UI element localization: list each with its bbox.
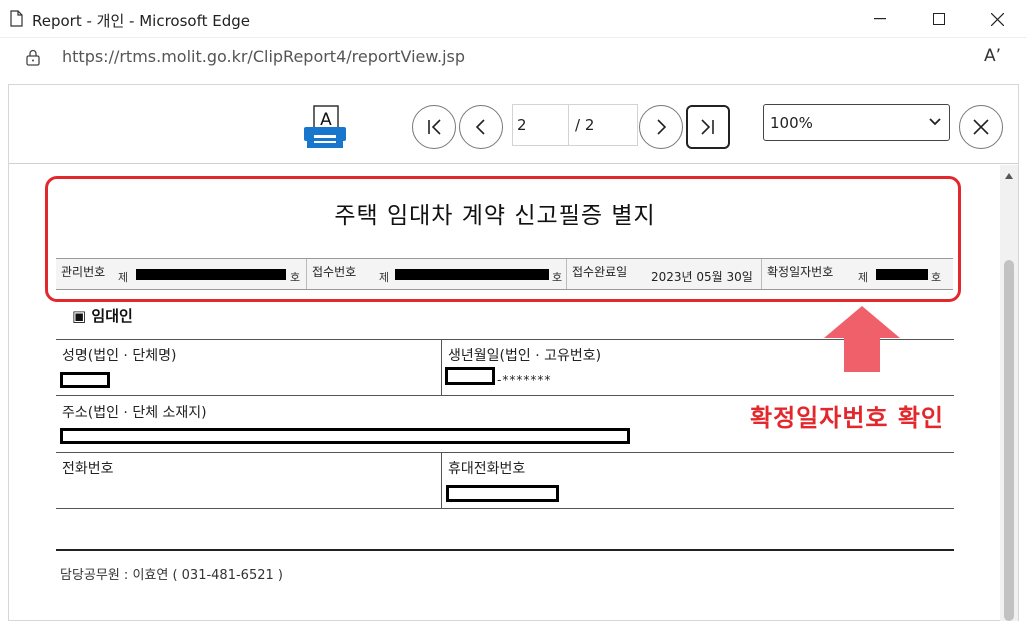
- title-bar: Report - 개인 - Microsoft Edge: [0, 0, 1027, 38]
- window-title: Report - 개인 - Microsoft Edge: [32, 12, 251, 30]
- maximize-button[interactable]: [916, 0, 962, 38]
- name-label: 성명(법인 · 단체명): [62, 348, 177, 364]
- form-divider: [441, 339, 442, 395]
- form-divider: [441, 452, 442, 508]
- redaction: [60, 372, 110, 388]
- page-number-input[interactable]: 2: [513, 105, 569, 145]
- close-icon: [973, 119, 989, 135]
- redaction: [445, 367, 495, 385]
- page-indicator: 2 / 2: [512, 104, 638, 146]
- up-arrow-icon: [824, 306, 900, 372]
- close-icon: [990, 12, 1004, 26]
- form-border: [56, 508, 954, 509]
- zoom-select[interactable]: 100%: [763, 104, 950, 141]
- page-total: / 2: [575, 116, 595, 134]
- zoom-value: 100%: [770, 114, 813, 132]
- last-page-icon: [701, 119, 714, 135]
- next-page-button[interactable]: [639, 105, 683, 149]
- chevron-left-icon: [475, 119, 485, 135]
- form-border: [56, 339, 954, 340]
- url-text[interactable]: https://rtms.molit.go.kr/ClipReport4/rep…: [62, 47, 465, 66]
- highlight-frame: [45, 176, 961, 302]
- minimize-icon: [874, 18, 886, 20]
- prev-page-button[interactable]: [459, 105, 503, 149]
- scroll-up-icon[interactable]: [1005, 173, 1013, 179]
- redaction: [446, 485, 559, 502]
- birth-masked-value: -*******: [497, 373, 552, 387]
- read-aloud-icon[interactable]: A’: [984, 46, 1001, 66]
- document-icon: [10, 10, 23, 27]
- scrollbar-thumb[interactable]: [1004, 260, 1014, 621]
- address-bar: https://rtms.molit.go.kr/ClipReport4/rep…: [0, 38, 1027, 78]
- form-border: [56, 452, 954, 453]
- first-page-button[interactable]: [412, 105, 456, 149]
- viewer-toolbar: A 2 / 2 100%: [9, 85, 1018, 164]
- officer-info: 담당공무원 : 이효연 ( 031-481-6521 ): [60, 568, 283, 583]
- first-page-icon: [428, 119, 441, 135]
- vertical-scrollbar[interactable]: [1000, 165, 1018, 621]
- print-icon[interactable]: A: [303, 103, 351, 151]
- footer-divider: [56, 549, 954, 551]
- mobile-label: 휴대전화번호: [448, 461, 526, 477]
- last-page-button[interactable]: [686, 105, 730, 149]
- lock-icon[interactable]: [26, 49, 40, 66]
- close-viewer-button[interactable]: [959, 105, 1003, 149]
- address-label: 주소(법인 · 단체 소재지): [62, 405, 207, 421]
- form-border: [56, 395, 954, 396]
- redaction: [60, 428, 630, 444]
- chevron-down-icon: [929, 118, 941, 126]
- minimize-button[interactable]: [857, 0, 903, 38]
- maximize-icon: [933, 13, 945, 25]
- section-title-lessor: ▣ 임대인: [72, 307, 133, 325]
- birth-label: 생년월일(법인 · 고유번호): [448, 348, 602, 364]
- annotation-callout: 확정일자번호 확인: [750, 404, 944, 432]
- chevron-right-icon: [657, 119, 667, 135]
- phone-label: 전화번호: [62, 461, 114, 477]
- close-window-button[interactable]: [974, 0, 1020, 38]
